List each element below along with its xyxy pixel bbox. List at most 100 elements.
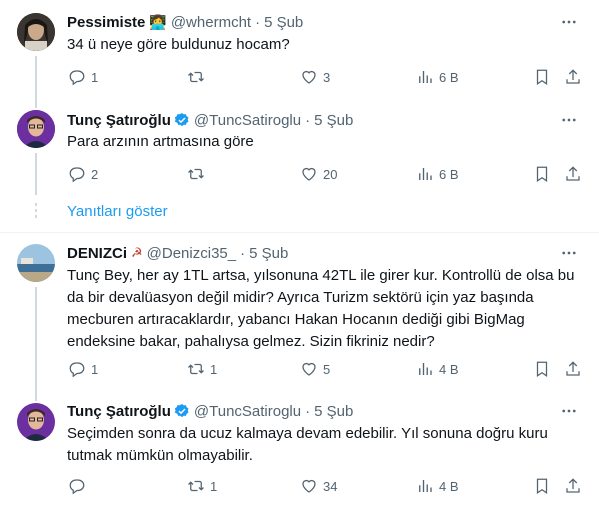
retweet-count: 1 (210, 361, 218, 377)
tweet-actions: 1 3 6 B (60, 67, 590, 87)
bookmark-icon (536, 361, 548, 377)
views-button[interactable]: 6 B (416, 67, 459, 87)
tweet-header: Pessimiste 👩‍💻 @whermcht · 5 Şub (67, 12, 303, 32)
thread-line (35, 393, 37, 401)
tweet-text-line: tutmak mümkün olmayabilir. (67, 447, 253, 464)
thread-line (35, 153, 37, 195)
separator-dot: · (305, 402, 311, 420)
views-button[interactable]: 4 B (416, 476, 459, 496)
share-button[interactable] (564, 359, 582, 379)
show-replies-link[interactable]: Yanıtları göster (67, 203, 168, 220)
like-count: 34 (323, 478, 338, 494)
tweet-header: DENIZCi ☭ @Denizci35_ · 5 Şub (67, 243, 288, 263)
bookmark-icon (536, 478, 548, 494)
more-options-icon[interactable] (559, 243, 579, 263)
analytics-icon (419, 168, 432, 180)
like-button[interactable]: 20 (300, 164, 337, 184)
tweet-date[interactable]: 5 Şub (314, 112, 353, 129)
retweet-button[interactable] (187, 164, 210, 184)
separator-dot: · (255, 13, 261, 31)
analytics-icon (419, 71, 432, 83)
heart-icon (302, 479, 316, 493)
avatar[interactable] (17, 403, 55, 441)
bookmark-button[interactable] (533, 164, 551, 184)
bookmark-icon (536, 69, 548, 85)
thread-dots (34, 203, 38, 221)
tweet-4[interactable]: Tunç Şatıroğlu @TuncSatiroglu · 5 Şub Se… (0, 393, 599, 509)
retweet-button[interactable]: 1 (187, 359, 217, 379)
bookmark-button[interactable] (533, 476, 551, 496)
reply-count: 2 (91, 166, 99, 182)
tweet-text-line: mecburen artıracaklardır, yabancı Hakan … (67, 311, 525, 328)
tweet-header: Tunç Şatıroğlu @TuncSatiroglu · 5 Şub (67, 110, 353, 130)
analytics-icon (419, 480, 432, 492)
tweet-text-line: Tunç Bey, her ay 1TL artsa, yılsonuna 42… (67, 267, 575, 284)
like-count: 3 (323, 69, 331, 85)
user-handle[interactable]: @whermcht (171, 14, 251, 31)
display-name[interactable]: DENIZCi (67, 245, 127, 262)
more-options-icon[interactable] (559, 401, 579, 421)
user-handle[interactable]: @TuncSatiroglu (194, 112, 301, 129)
tweet-actions: 2 20 6 B (60, 164, 590, 184)
tweet-date[interactable]: 5 Şub (249, 245, 288, 262)
tweet-3[interactable]: DENIZCi ☭ @Denizci35_ · 5 Şub Tunç Bey, … (0, 233, 599, 393)
heart-icon (302, 167, 316, 181)
tweet-1[interactable]: Pessimiste 👩‍💻 @whermcht · 5 Şub 34 ü ne… (0, 0, 599, 100)
reply-icon (69, 70, 85, 86)
tweet-actions: 1 34 4 B (60, 476, 590, 496)
reply-button[interactable]: 1 (68, 359, 98, 379)
like-button[interactable]: 34 (300, 476, 337, 496)
thread-line (35, 100, 37, 108)
retweet-icon (188, 363, 204, 375)
reply-button[interactable]: 1 (68, 67, 98, 87)
bookmark-button[interactable] (533, 359, 551, 379)
share-icon (566, 478, 580, 493)
tweet-actions: 1 1 5 4 B (60, 359, 590, 379)
retweet-button[interactable]: 1 (187, 476, 217, 496)
reply-button[interactable] (68, 476, 91, 496)
tweet-text: Para arzının artmasına göre (67, 133, 254, 150)
display-name[interactable]: Tunç Şatıroğlu (67, 403, 171, 420)
avatar[interactable] (17, 13, 55, 51)
retweet-icon (188, 168, 204, 180)
tweet-date[interactable]: 5 Şub (314, 403, 353, 420)
user-handle[interactable]: @TuncSatiroglu (194, 403, 301, 420)
views-button[interactable]: 4 B (416, 359, 459, 379)
retweet-icon (188, 71, 204, 83)
tweet-date[interactable]: 5 Şub (264, 14, 303, 31)
more-options-icon[interactable] (559, 12, 579, 32)
views-button[interactable]: 6 B (416, 164, 459, 184)
tweet-text-line: endeksine bakar, pahalıysa gelmez. Sizin… (67, 333, 435, 350)
share-button[interactable] (564, 67, 582, 87)
heart-icon (302, 362, 316, 376)
share-icon (566, 69, 580, 84)
view-count: 6 B (439, 69, 459, 85)
share-icon (566, 361, 580, 376)
tweet-2[interactable]: Tunç Şatıroğlu @TuncSatiroglu · 5 Şub Pa… (0, 100, 599, 195)
tweet-header: Tunç Şatıroğlu @TuncSatiroglu · 5 Şub (67, 401, 353, 421)
reply-button[interactable]: 2 (68, 164, 98, 184)
view-count: 4 B (439, 361, 459, 377)
share-button[interactable] (564, 476, 582, 496)
share-button[interactable] (564, 164, 582, 184)
like-button[interactable]: 3 (300, 67, 330, 87)
profile-emoji: ☭ (131, 245, 143, 260)
view-count: 6 B (439, 166, 459, 182)
retweet-count: 1 (210, 478, 218, 494)
user-handle[interactable]: @Denizci35_ (147, 245, 236, 262)
bookmark-button[interactable] (533, 67, 551, 87)
display-name[interactable]: Pessimiste (67, 14, 145, 31)
reply-count: 1 (91, 69, 99, 85)
avatar[interactable] (17, 244, 55, 282)
more-options-icon[interactable] (559, 110, 579, 130)
display-name[interactable]: Tunç Şatıroğlu (67, 112, 171, 129)
avatar[interactable] (17, 110, 55, 148)
thread-line (35, 56, 37, 100)
tweet-text: Seçimden sonra da ucuz kalmaya devam ede… (67, 423, 583, 467)
retweet-button[interactable] (187, 67, 210, 87)
share-icon (566, 166, 580, 181)
profile-emoji: 👩‍💻 (149, 13, 167, 30)
like-button[interactable]: 5 (300, 359, 330, 379)
bookmark-icon (536, 166, 548, 182)
view-count: 4 B (439, 478, 459, 494)
